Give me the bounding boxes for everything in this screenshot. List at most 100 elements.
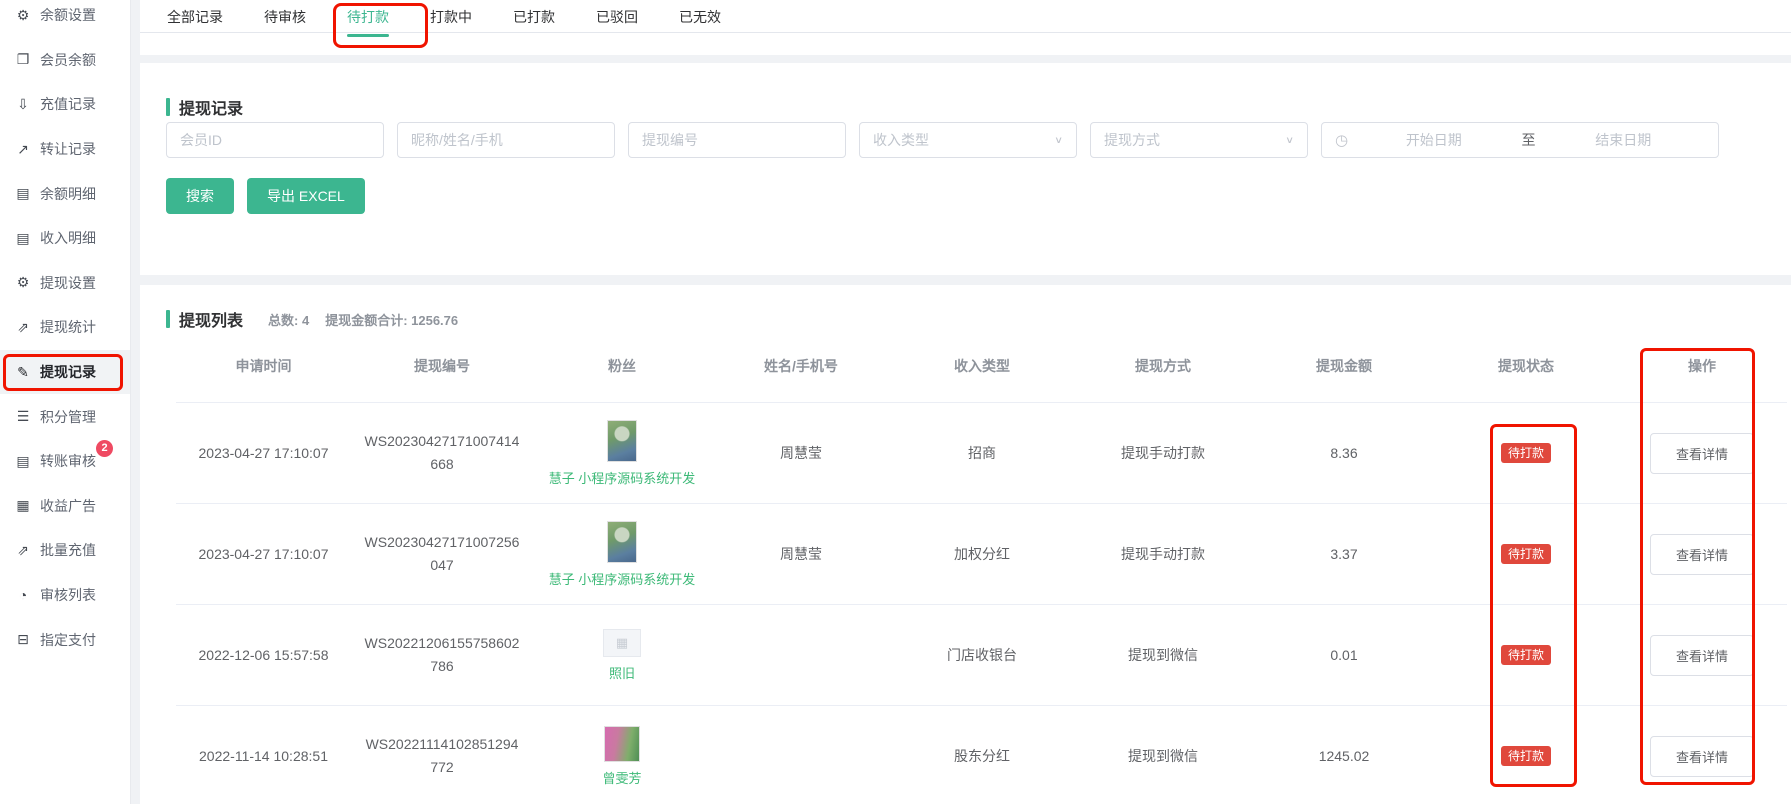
cell-income-type: 门店收银台 [891, 645, 1073, 665]
cell-income-type: 股东分红 [891, 746, 1073, 766]
sidebar-item-withdraw-statistics[interactable]: ⇗ 提现统计 [0, 305, 130, 350]
section-title-text: 提现记录 [179, 95, 243, 119]
sidebar-item-transfer-records[interactable]: ↗ 转让记录 [0, 127, 130, 172]
cell-amount: 0.01 [1253, 647, 1435, 663]
sidebar-item-revenue-ads[interactable]: ▦ 收益广告 [0, 484, 130, 529]
chevron-down-icon: ∨ [1285, 134, 1294, 145]
chart-icon: ⇗ [15, 319, 31, 336]
chart-icon: ⇗ [15, 542, 31, 559]
date-range-picker[interactable]: ◷ 开始日期 至 结束日期 [1321, 122, 1719, 158]
tab-invalid[interactable]: 已无效 [679, 7, 721, 35]
view-detail-button[interactable]: 查看详情 [1650, 534, 1754, 575]
table-row: 2022-12-06 15:57:58 WS20221206155758602 … [176, 605, 1787, 706]
cell-time: 2023-04-27 17:10:07 [176, 546, 351, 562]
withdraw-table: 申请时间 提现编号 粉丝 姓名/手机号 收入类型 提现方式 提现金额 提现状态 … [176, 329, 1787, 804]
col-header-method: 提现方式 [1073, 356, 1253, 376]
tab-paid[interactable]: 已打款 [513, 7, 555, 35]
sidebar-item-balance-settings[interactable]: ⚙ 余额设置 [0, 0, 130, 38]
sidebar-item-label: 余额设置 [40, 5, 96, 25]
search-section-title: 提现记录 [166, 95, 1791, 119]
table-row: 2023-04-27 17:10:07 WS20230427171007414 … [176, 403, 1787, 504]
title-accent-bar [166, 98, 170, 116]
cell-name: 周慧莹 [711, 544, 891, 564]
sidebar-item-member-balance[interactable]: ❐ 会员余额 [0, 38, 130, 83]
tab-paying[interactable]: 打款中 [430, 7, 472, 35]
sidebar-item-income-details[interactable]: ▤ 收入明细 [0, 216, 130, 261]
fan-name-link[interactable]: 照旧 [609, 663, 635, 682]
sidebar-item-withdraw-records[interactable]: ✎ 提现记录 [0, 350, 130, 395]
sidebar-item-batch-recharge[interactable]: ⇗ 批量充值 [0, 528, 130, 573]
cell-time: 2022-12-06 15:57:58 [176, 647, 351, 663]
tab-all-records[interactable]: 全部记录 [167, 7, 223, 35]
col-header-income: 收入类型 [891, 356, 1073, 376]
tab-bar: 全部记录 待审核 待打款 打款中 已打款 已驳回 已无效 [140, 0, 1791, 55]
member-id-input[interactable] [167, 123, 383, 157]
amount-sum-text: 提现金额合计: 1256.76 [325, 310, 458, 329]
sidebar-item-label: 转让记录 [40, 139, 96, 159]
tab-pending-payment[interactable]: 待打款 [347, 7, 389, 35]
view-detail-button[interactable]: 查看详情 [1650, 736, 1754, 777]
sidebar-item-review-list[interactable]: ◔ 审核列表 [0, 573, 130, 618]
cell-amount: 8.36 [1253, 445, 1435, 461]
cell-withdraw-no: WS20230427171007414 668 [351, 430, 533, 476]
tab-pending-review[interactable]: 待审核 [264, 7, 306, 35]
cell-income-type: 招商 [891, 443, 1073, 463]
fan-name-link[interactable]: 曾雯芳 [602, 768, 641, 787]
sidebar-item-points-management[interactable]: ☰ 积分管理 [0, 394, 130, 439]
sidebar-item-label: 转账审核 [40, 451, 96, 471]
withdraw-no-line2: 772 [351, 756, 533, 779]
view-detail-button[interactable]: 查看详情 [1650, 433, 1754, 474]
sidebar-item-transfer-review[interactable]: ▤ 转账审核 2 [0, 439, 130, 484]
income-type-select[interactable]: 收入类型 ∨ [859, 122, 1077, 158]
withdraw-no-line2: 668 [351, 453, 533, 476]
search-button[interactable]: 搜索 [166, 178, 234, 214]
status-badge: 待打款 [1501, 645, 1551, 665]
withdraw-no-input[interactable] [629, 123, 845, 157]
col-header-action: 操作 [1617, 356, 1787, 376]
withdraw-method-placeholder: 提现方式 [1104, 130, 1160, 150]
withdraw-method-select[interactable]: 提现方式 ∨ [1090, 122, 1308, 158]
cell-method: 提现到微信 [1073, 746, 1253, 766]
withdraw-no-field-wrap [628, 122, 846, 158]
col-header-fan: 粉丝 [533, 356, 711, 376]
sidebar-item-label: 会员余额 [40, 50, 96, 70]
sidebar-item-withdraw-settings[interactable]: ⚙ 提现设置 [0, 261, 130, 306]
cell-income-type: 加权分红 [891, 544, 1073, 564]
withdraw-no-line1: WS20221206155758602 [351, 632, 533, 655]
sidebar-item-label: 充值记录 [40, 94, 96, 114]
sidebar-item-designated-payment[interactable]: ⊟ 指定支付 [0, 617, 130, 662]
start-date-placeholder: 开始日期 [1352, 130, 1515, 150]
cell-method: 提现到微信 [1073, 645, 1253, 665]
view-detail-button[interactable]: 查看详情 [1650, 635, 1754, 676]
sidebar-menu: ⚙ 余额设置 ❐ 会员余额 ⇩ 充值记录 ↗ 转让记录 ▤ 余额明细 ▤ 收入明… [0, 0, 130, 662]
cell-time: 2023-04-27 17:10:07 [176, 445, 351, 461]
cell-method: 提现手动打款 [1073, 544, 1253, 564]
withdraw-list-section: 提现列表 总数: 4 提现金额合计: 1256.76 申请时间 提现编号 粉丝 … [140, 285, 1791, 804]
table-row: 2023-04-27 17:10:07 WS20230427171007256 … [176, 504, 1787, 605]
fan-name-link[interactable]: 慧子 小程序源码系统开发 [549, 468, 696, 487]
cell-amount: 3.37 [1253, 546, 1435, 562]
sidebar-item-balance-details[interactable]: ▤ 余额明细 [0, 171, 130, 216]
sidebar-item-label: 余额明细 [40, 184, 96, 204]
withdraw-no-line1: WS20221114102851294 [351, 733, 533, 756]
col-header-status: 提现状态 [1435, 356, 1617, 376]
nickname-field-wrap [397, 122, 615, 158]
cell-fan: ▦ 照旧 [533, 629, 711, 682]
fan-avatar [604, 726, 640, 762]
payment-icon: ⊟ [15, 631, 31, 648]
search-section: 提现记录 收入类型 ∨ 提现方式 ∨ ◷ 开始日期 至 结束日期 搜索 导出 E… [140, 63, 1791, 275]
gear-icon: ⚙ [15, 274, 31, 291]
title-accent-bar [166, 310, 170, 328]
fan-name-link[interactable]: 慧子 小程序源码系统开发 [549, 569, 696, 588]
sidebar-item-recharge-records[interactable]: ⇩ 充值记录 [0, 82, 130, 127]
tab-rejected[interactable]: 已驳回 [596, 7, 638, 35]
nickname-input[interactable] [398, 123, 614, 157]
list-title-text: 提现列表 [179, 307, 243, 331]
external-link-icon: ↗ [15, 141, 31, 158]
table-header-row: 申请时间 提现编号 粉丝 姓名/手机号 收入类型 提现方式 提现金额 提现状态 … [176, 329, 1787, 403]
cell-action: 查看详情 [1617, 736, 1787, 777]
cell-status: 待打款 [1435, 544, 1617, 564]
sidebar-item-label: 提现设置 [40, 273, 96, 293]
sidebar-item-label: 积分管理 [40, 407, 96, 427]
export-excel-button[interactable]: 导出 EXCEL [247, 178, 365, 214]
